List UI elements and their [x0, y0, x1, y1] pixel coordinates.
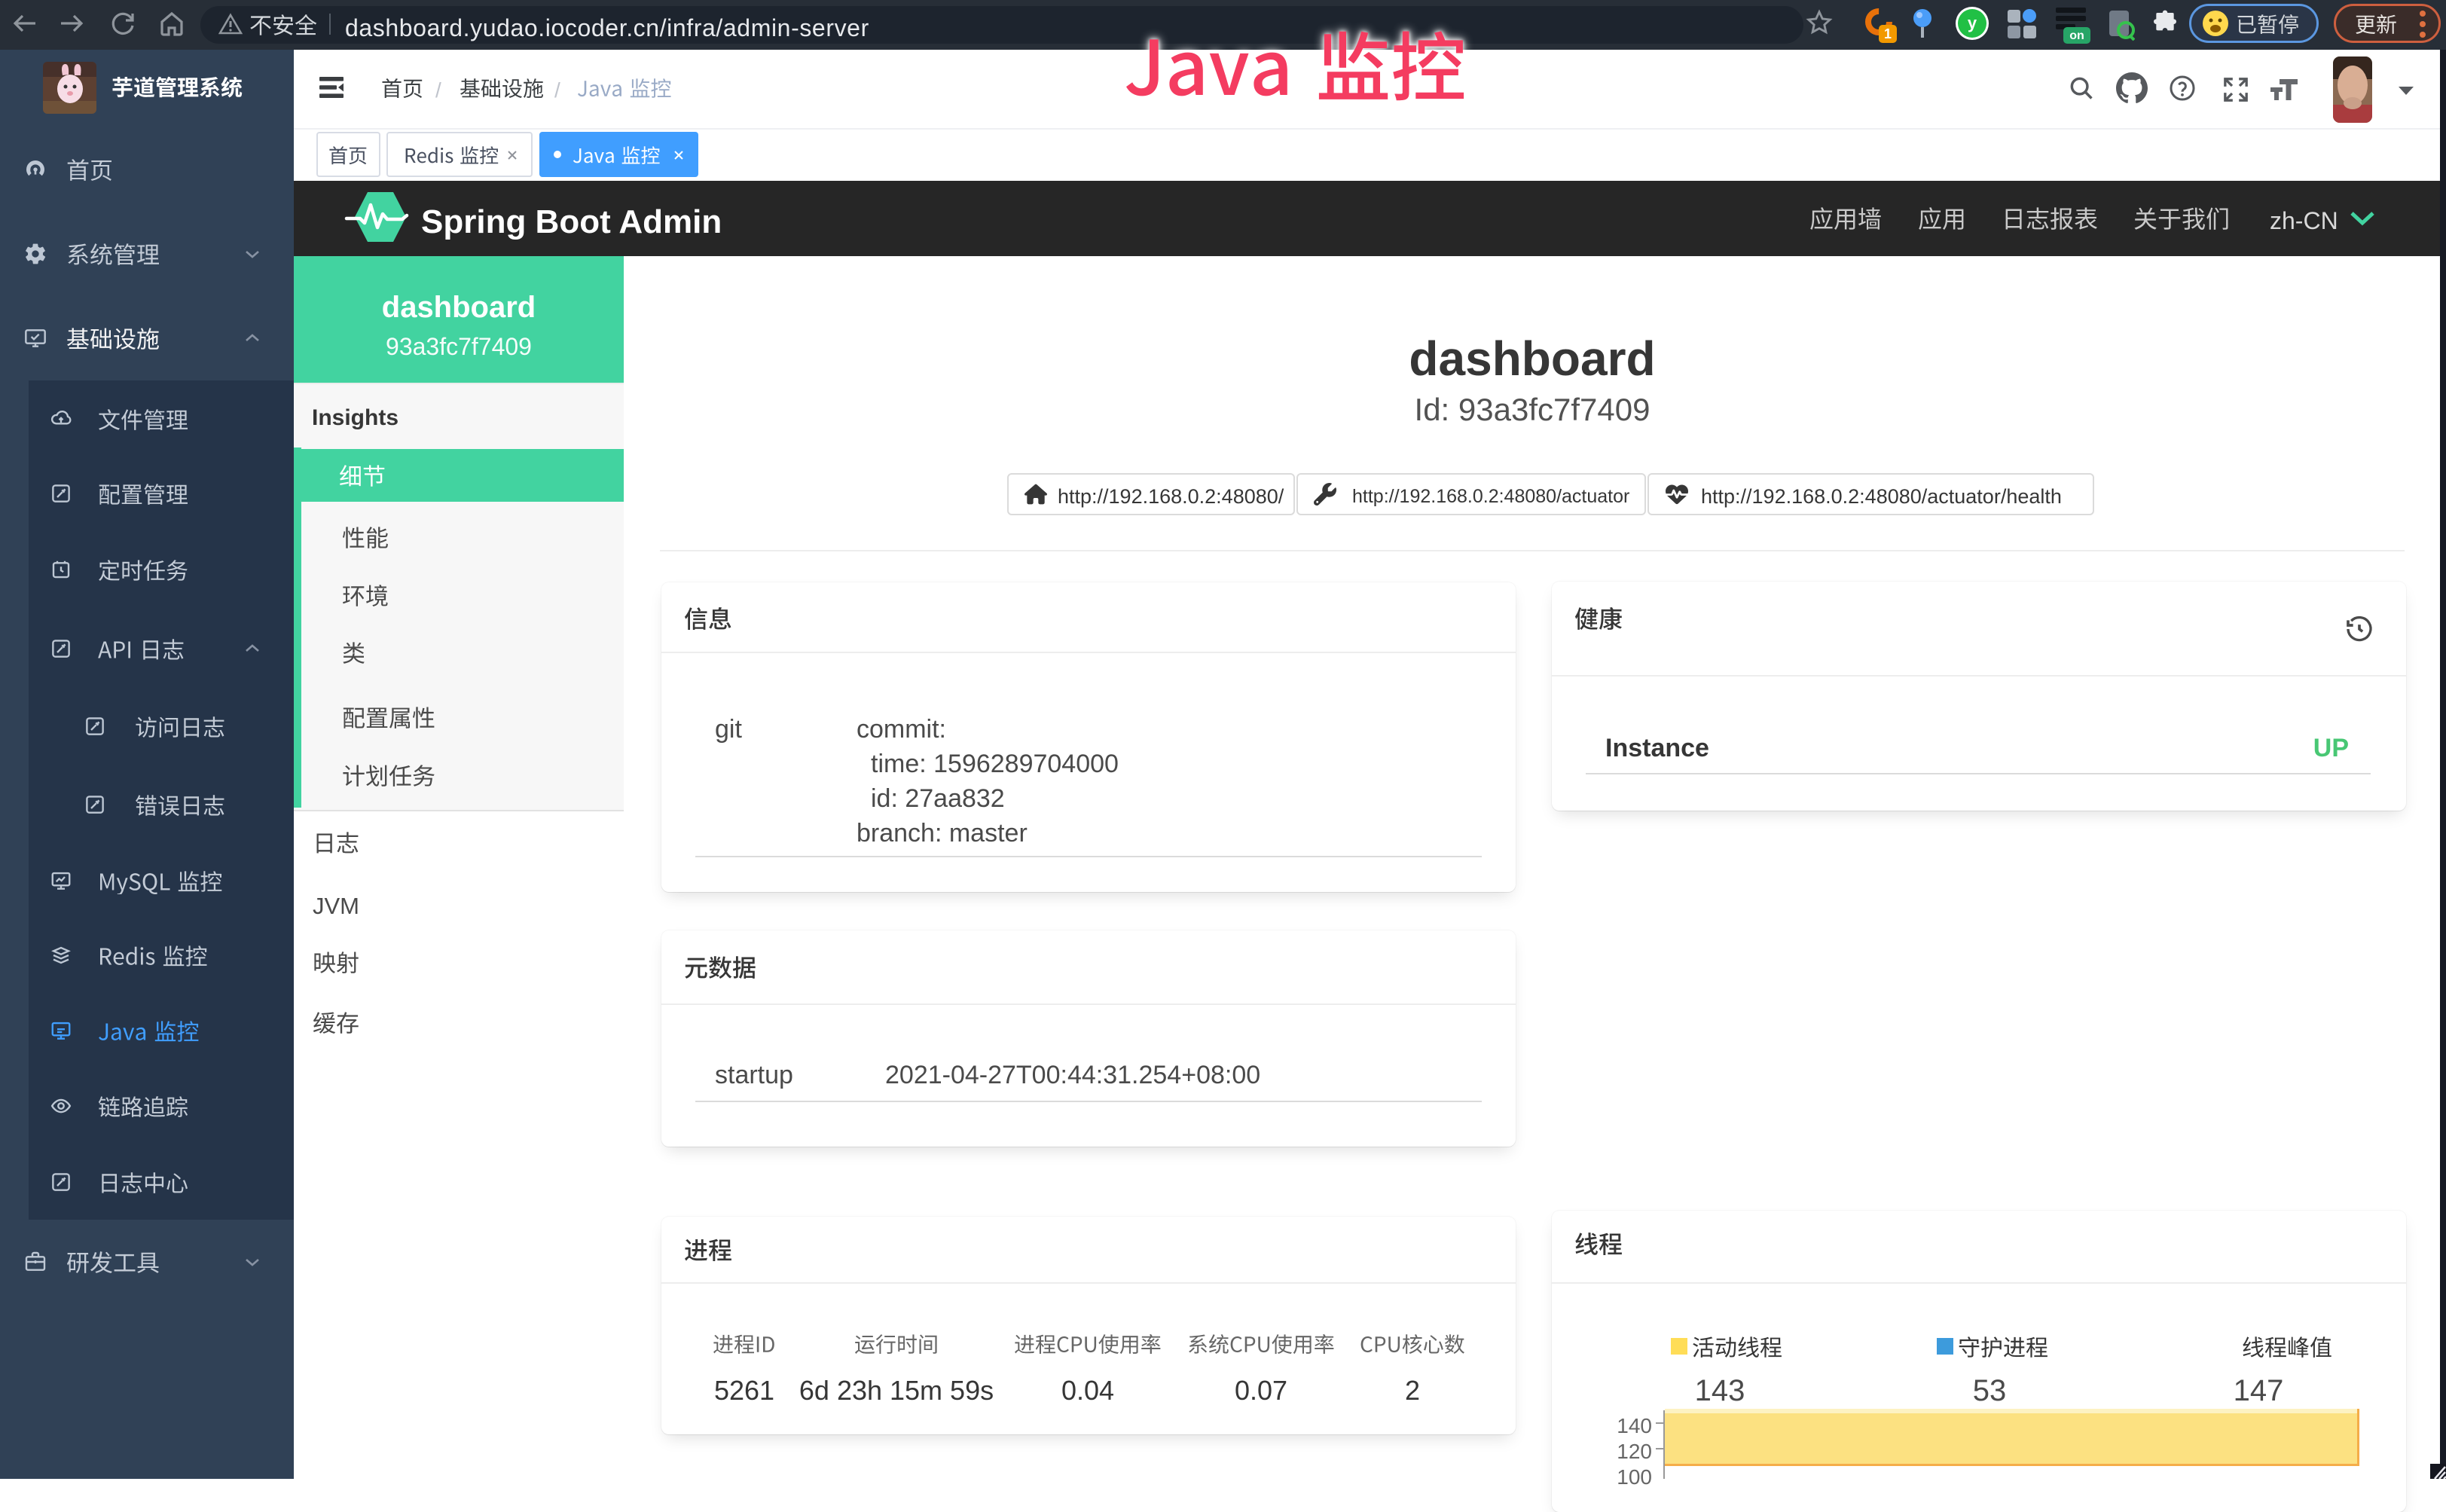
svg-text:y: y	[1968, 14, 1977, 32]
svg-text:on: on	[2069, 29, 2084, 42]
svg-text:1: 1	[1884, 26, 1892, 41]
